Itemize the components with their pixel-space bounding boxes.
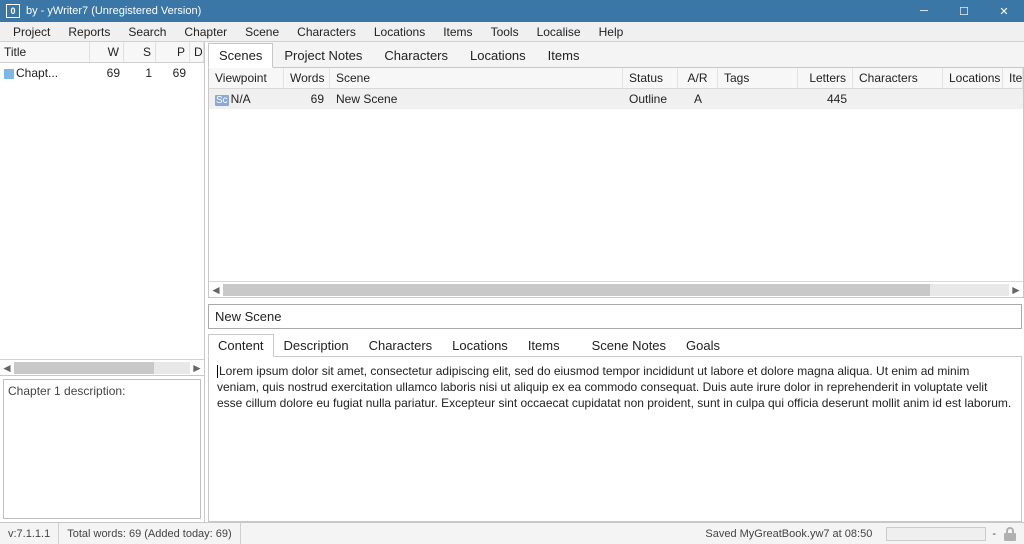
statusbar: v:7.1.1.1 Total words: 69 (Added today: … xyxy=(0,522,1024,544)
scene-row[interactable]: ScN/A 69 New Scene Outline A 445 xyxy=(209,89,1023,109)
app-icon: 0 xyxy=(6,4,20,18)
tab-scenes[interactable]: Scenes xyxy=(208,43,273,68)
status-wordcount: Total words: 69 (Added today: 69) xyxy=(59,523,240,544)
maximize-button[interactable]: ☐ xyxy=(944,0,984,22)
content-tabs: Content Description Characters Locations… xyxy=(208,333,1022,357)
scroll-thumb[interactable] xyxy=(223,284,930,296)
scroll-right-icon[interactable]: ► xyxy=(190,361,204,375)
ctab-content[interactable]: Content xyxy=(208,334,274,357)
scene-tags xyxy=(718,89,798,109)
text-cursor xyxy=(217,365,218,378)
menu-localise[interactable]: Localise xyxy=(528,23,590,41)
menu-items[interactable]: Items xyxy=(434,23,481,41)
ctab-goals[interactable]: Goals xyxy=(676,334,730,357)
chapter-badge-icon xyxy=(4,69,14,79)
status-version: v:7.1.1.1 xyxy=(0,523,59,544)
scene-locations xyxy=(943,89,1003,109)
scroll-left-icon[interactable]: ◄ xyxy=(209,283,223,297)
chapter-panel: Title W S P D Chapt... 69 1 69 ◄ ► Chapt… xyxy=(0,42,205,522)
titlebar: 0 by - yWriter7 (Unregistered Version) ─… xyxy=(0,0,1024,22)
tab-characters[interactable]: Characters xyxy=(373,43,459,68)
scene-grid: Viewpoint Words Scene Status A/R Tags Le… xyxy=(208,68,1024,298)
menu-help[interactable]: Help xyxy=(590,23,633,41)
scene-grid-body[interactable] xyxy=(209,109,1023,281)
col-locs[interactable]: Locations xyxy=(943,68,1003,88)
scene-title-input[interactable]: New Scene xyxy=(208,304,1022,329)
menu-project[interactable]: Project xyxy=(4,23,59,41)
menu-locations[interactable]: Locations xyxy=(365,23,434,41)
menu-chapter[interactable]: Chapter xyxy=(175,23,236,41)
menu-search[interactable]: Search xyxy=(119,23,175,41)
tab-items[interactable]: Items xyxy=(537,43,591,68)
menubar: Project Reports Search Chapter Scene Cha… xyxy=(0,22,1024,42)
tab-locations[interactable]: Locations xyxy=(459,43,537,68)
menu-characters[interactable]: Characters xyxy=(288,23,365,41)
top-tabs: Scenes Project Notes Characters Location… xyxy=(208,42,1024,68)
status-progress-box xyxy=(886,527,986,541)
scene-status: Outline xyxy=(623,89,678,109)
scene-letters: 445 xyxy=(798,89,853,109)
ctab-scene-notes[interactable]: Scene Notes xyxy=(582,334,676,357)
close-button[interactable]: ✕ xyxy=(984,0,1024,22)
window-title: by - yWriter7 (Unregistered Version) xyxy=(26,5,904,17)
scene-characters xyxy=(853,89,943,109)
col-status[interactable]: Status xyxy=(623,68,678,88)
menu-tools[interactable]: Tools xyxy=(482,23,528,41)
scene-ar: A xyxy=(678,89,718,109)
col-chars[interactable]: Characters xyxy=(853,68,943,88)
scene-badge: Sc xyxy=(215,95,229,106)
content-text: Lorem ipsum dolor sit amet, consectetur … xyxy=(217,364,1011,410)
menu-scene[interactable]: Scene xyxy=(236,23,288,41)
scene-hscroll[interactable]: ◄ ► xyxy=(209,281,1023,297)
scene-name: New Scene xyxy=(330,89,623,109)
scene-grid-header: Viewpoint Words Scene Status A/R Tags Le… xyxy=(209,68,1023,89)
col-title[interactable]: Title xyxy=(0,42,90,62)
ctab-characters[interactable]: Characters xyxy=(359,334,443,357)
col-w[interactable]: W xyxy=(90,42,124,62)
status-dash: - xyxy=(992,528,996,540)
menu-reports[interactable]: Reports xyxy=(59,23,119,41)
col-words[interactable]: Words xyxy=(284,68,330,88)
main-panel: Scenes Project Notes Characters Location… xyxy=(208,42,1024,522)
col-tags[interactable]: Tags xyxy=(718,68,798,88)
scroll-thumb[interactable] xyxy=(14,362,154,374)
col-p[interactable]: P xyxy=(156,42,190,62)
col-scene[interactable]: Scene xyxy=(330,68,623,88)
chapter-hscroll[interactable]: ◄ ► xyxy=(0,359,204,375)
lock-icon xyxy=(1004,527,1016,541)
ctab-locations[interactable]: Locations xyxy=(442,334,518,357)
minimize-button[interactable]: ─ xyxy=(904,0,944,22)
ctab-items[interactable]: Items xyxy=(518,334,570,357)
chapter-description[interactable]: Chapter 1 description: xyxy=(3,379,201,519)
chapter-title: Chapt... xyxy=(16,66,58,80)
scroll-left-icon[interactable]: ◄ xyxy=(0,361,14,375)
chapter-list-header: Title W S P D xyxy=(0,42,204,63)
col-ar[interactable]: A/R xyxy=(678,68,718,88)
scroll-right-icon[interactable]: ► xyxy=(1009,283,1023,297)
status-saved: Saved MyGreatBook.yw7 at 08:50 xyxy=(697,523,880,544)
content-editor[interactable]: Lorem ipsum dolor sit amet, consectetur … xyxy=(208,357,1022,522)
col-s[interactable]: S xyxy=(124,42,156,62)
chapter-w: 69 xyxy=(90,63,124,83)
scene-viewpoint: N/A xyxy=(231,92,251,106)
tab-project-notes[interactable]: Project Notes xyxy=(273,43,373,68)
ctab-description[interactable]: Description xyxy=(274,334,359,357)
col-viewpoint[interactable]: Viewpoint xyxy=(209,68,284,88)
scene-words: 69 xyxy=(284,89,330,109)
scene-ite xyxy=(1003,89,1023,109)
chapter-s: 1 xyxy=(124,63,156,83)
col-d[interactable]: D xyxy=(190,42,204,62)
chapter-p: 69 xyxy=(156,63,190,83)
col-letters[interactable]: Letters xyxy=(798,68,853,88)
chapter-row[interactable]: Chapt... 69 1 69 xyxy=(0,63,204,83)
col-ite[interactable]: Ite xyxy=(1003,68,1023,88)
